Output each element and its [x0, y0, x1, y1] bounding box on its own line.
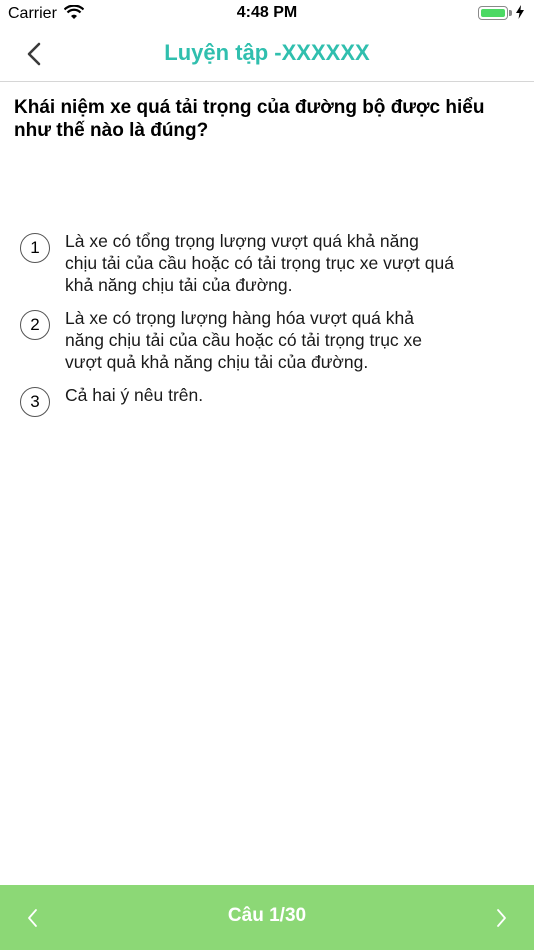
next-question-button[interactable] — [490, 907, 512, 929]
answer-options: 1 Là xe có tổng trọng lượng vượt quá khả… — [20, 230, 490, 428]
answer-option-3[interactable]: 3 Cả hai ý nêu trên. — [20, 384, 490, 417]
status-time: 4:48 PM — [236, 4, 298, 21]
option-number-badge: 3 — [20, 387, 50, 417]
chevron-right-icon — [497, 909, 506, 927]
option-text: Là xe có trọng lượng hàng hóa vượt quá k… — [65, 308, 423, 372]
charging-bolt-icon — [516, 5, 524, 24]
question-counter: Câu 1/30 — [227, 905, 307, 926]
answer-option-1[interactable]: 1 Là xe có tổng trọng lượng vượt quá khả… — [20, 230, 490, 296]
bottom-navigation-bar: Câu 1/30 — [0, 885, 534, 950]
option-text: Là xe có tổng trọng lượng vượt quá khả n… — [65, 231, 454, 295]
option-number-badge: 1 — [20, 233, 50, 263]
question-text: Khái niệm xe quá tải trọng của đường bộ … — [14, 97, 485, 141]
status-bar: Carrier 4:48 PM — [0, 0, 534, 28]
navigation-bar: Luyện tập -XXXXXX — [0, 28, 534, 82]
answer-option-2[interactable]: 2 Là xe có trọng lượng hàng hóa vượt quá… — [20, 307, 490, 373]
option-number-badge: 2 — [20, 310, 50, 340]
battery-icon — [478, 6, 512, 20]
page-title: Luyện tập -XXXXXX — [164, 40, 370, 65]
option-text: Cả hai ý nêu trên. — [65, 385, 204, 405]
